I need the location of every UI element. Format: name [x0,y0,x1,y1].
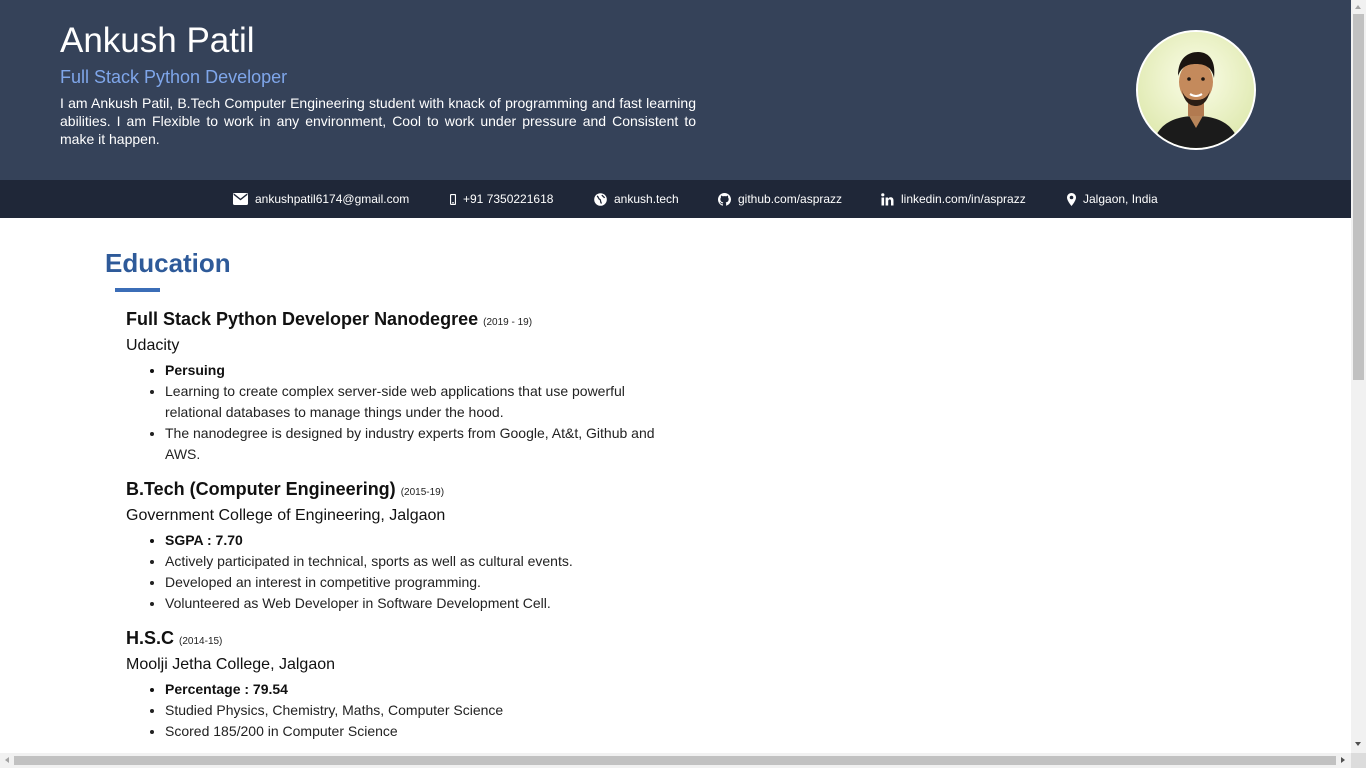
degree-title: H.S.C [126,628,175,648]
resume-header: Ankush Patil Full Stack Python Developer… [0,0,1351,180]
detail-list: Percentage : 79.54 Studied Physics, Chem… [126,679,686,742]
list-item: Developed an interest in competitive pro… [165,572,665,593]
person-name: Ankush Patil [60,21,255,60]
heading-underline [115,288,160,292]
degree-title: B.Tech (Computer Engineering) [126,479,396,499]
institution-name: Government College of Engineering, Jalga… [126,507,446,524]
globe-icon [594,192,607,206]
website-text: ankush.tech [614,192,679,206]
institution-name: Udacity [126,337,180,354]
resume-page: Ankush Patil Full Stack Python Developer… [0,0,1351,753]
vertical-scroll-thumb[interactable] [1353,14,1364,380]
degree-title: Full Stack Python Developer Nanodegree [126,309,479,329]
phone-text: +91 7350221618 [463,192,554,206]
list-item: Volunteered as Web Developer in Software… [165,593,665,614]
detail-list: Persuing Learning to create complex serv… [126,360,686,465]
scroll-down-arrow-icon[interactable] [1355,742,1361,746]
contact-location: Jalgaon, India [1067,180,1158,218]
job-title: Full Stack Python Developer [60,67,288,87]
scroll-up-arrow-icon[interactable] [1355,5,1361,9]
github-icon [718,192,731,206]
contact-phone[interactable]: +91 7350221618 [450,180,553,218]
linkedin-icon [881,192,894,205]
vertical-scrollbar[interactable] [1351,0,1366,753]
detail-list: SGPA : 7.70 Actively participated in tec… [126,530,686,614]
institution-name: Moolji Jetha College, Jalgaon [126,656,336,673]
scroll-right-arrow-icon[interactable] [1341,757,1345,763]
degree-years: (2014-15) [179,636,223,647]
degree-years: (2015-19) [400,487,445,498]
scrollbar-corner [1351,753,1366,768]
linkedin-text: linkedin.com/in/asprazz [901,192,1026,206]
list-item: Percentage : 79.54 [165,679,665,700]
horizontal-scroll-thumb[interactable] [14,756,1336,765]
contact-website[interactable]: ankush.tech [594,180,679,218]
list-item: Persuing [165,360,665,381]
list-item: Studied Physics, Chemistry, Maths, Compu… [165,700,665,721]
education-entry: B.Tech (Computer Engineering) (2015-19) … [126,478,686,614]
contact-linkedin[interactable]: linkedin.com/in/asprazz [881,180,1026,218]
list-item: The nanodegree is designed by industry e… [165,423,665,465]
list-item: Actively participated in technical, spor… [165,551,665,572]
education-entry: Full Stack Python Developer Nanodegree (… [126,308,686,465]
profile-summary: I am Ankush Patil, B.Tech Computer Engin… [60,95,696,147]
education-heading: Education [105,248,231,278]
avatar [1136,30,1256,150]
map-marker-icon [1067,192,1076,206]
degree-years: (2019 - 19) [483,317,533,328]
horizontal-scrollbar[interactable] [0,753,1351,768]
profile-photo-icon [1138,32,1254,148]
location-text: Jalgaon, India [1083,192,1158,206]
contact-email[interactable]: ankushpatil6174@gmail.com [233,180,409,218]
list-item: Learning to create complex server-side w… [165,381,665,423]
mobile-phone-icon [450,193,456,205]
github-text: github.com/asprazz [738,192,843,206]
scroll-left-arrow-icon[interactable] [5,757,9,763]
list-item: Scored 185/200 in Computer Science [165,721,665,742]
list-item: SGPA : 7.70 [165,530,665,551]
envelope-icon [233,193,248,205]
contact-bar: ankushpatil6174@gmail.com +91 7350221618… [0,180,1351,218]
email-text: ankushpatil6174@gmail.com [255,192,410,206]
education-entry: H.S.C (2014-15) Moolji Jetha College, Ja… [126,627,686,742]
contact-github[interactable]: github.com/asprazz [718,180,842,218]
